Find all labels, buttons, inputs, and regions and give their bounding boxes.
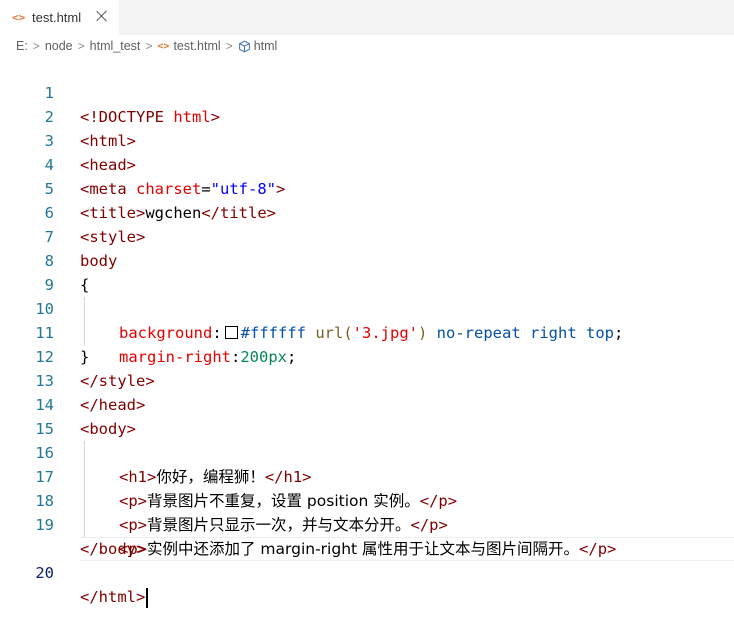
tab-bar: <> test.html [0, 0, 734, 35]
code-line: 19 </body> [0, 489, 734, 558]
code-line: 2 <html> [0, 81, 734, 150]
breadcrumb: E: > node > html_test > <> test.html > h… [0, 35, 734, 57]
code-line: 16 <p>背景图片不重复，设置 position 实例。</p> [0, 417, 734, 510]
token-tag: > [136, 588, 146, 606]
code-line: 3 <head> [0, 105, 734, 174]
code-line-active: 20 </html> [0, 513, 734, 608]
token-tag: html [98, 588, 136, 606]
symbol-element-icon [238, 40, 250, 52]
code-line: 10 margin-right:200px; [0, 273, 734, 366]
chevron-right-icon: > [225, 39, 233, 53]
code-editor[interactable]: 1 <!DOCTYPE html> 2 <html> 3 <head> 4 <m… [0, 57, 734, 608]
chevron-right-icon: > [145, 39, 153, 53]
code-line: 18 <p>实例中还添加了 margin-right 属性用于让文本与图片间隔开… [0, 465, 734, 558]
line-number: 20 [35, 564, 54, 582]
code-line: 7 body [0, 201, 734, 270]
html-file-icon: <> [12, 11, 26, 24]
breadcrumb-folder-node[interactable]: node [45, 39, 73, 53]
html-file-icon: <> [157, 40, 170, 52]
code-line: 9 background: #ffffff url('3.jpg') no-rep… [0, 249, 734, 342]
code-line: 1 <!DOCTYPE html> [0, 57, 734, 126]
code-line: 6 <style> [0, 177, 734, 246]
code-line: 11 } [0, 297, 734, 366]
breadcrumb-folder-html-test[interactable]: html_test [90, 39, 141, 53]
tab-label: test.html [32, 10, 82, 25]
code-line: 4 <meta charset="utf-8"> [0, 129, 734, 198]
breadcrumb-drive[interactable]: E: [16, 39, 28, 53]
text-cursor [146, 587, 149, 608]
code-line: 15 <h1>你好，编程狮！</h1> [0, 393, 734, 486]
chevron-right-icon: > [32, 39, 40, 53]
breadcrumb-file[interactable]: test.html [173, 39, 220, 53]
code-line: 12 </style> [0, 321, 734, 390]
breadcrumb-element[interactable]: html [254, 39, 278, 53]
code-line: 13 </head> [0, 345, 734, 414]
code-line: 5 <title>wgchen</title> [0, 153, 734, 222]
code-line: 8 { [0, 225, 734, 294]
current-line-highlight [80, 537, 734, 561]
token-tag: </ [80, 588, 99, 606]
close-icon[interactable] [95, 9, 109, 23]
tab-test-html[interactable]: <> test.html [0, 0, 119, 35]
code-line: 17 <p>背景图片只显示一次，并与文本分开。</p> [0, 441, 734, 534]
code-line: 14 <body> [0, 369, 734, 438]
chevron-right-icon: > [77, 39, 85, 53]
